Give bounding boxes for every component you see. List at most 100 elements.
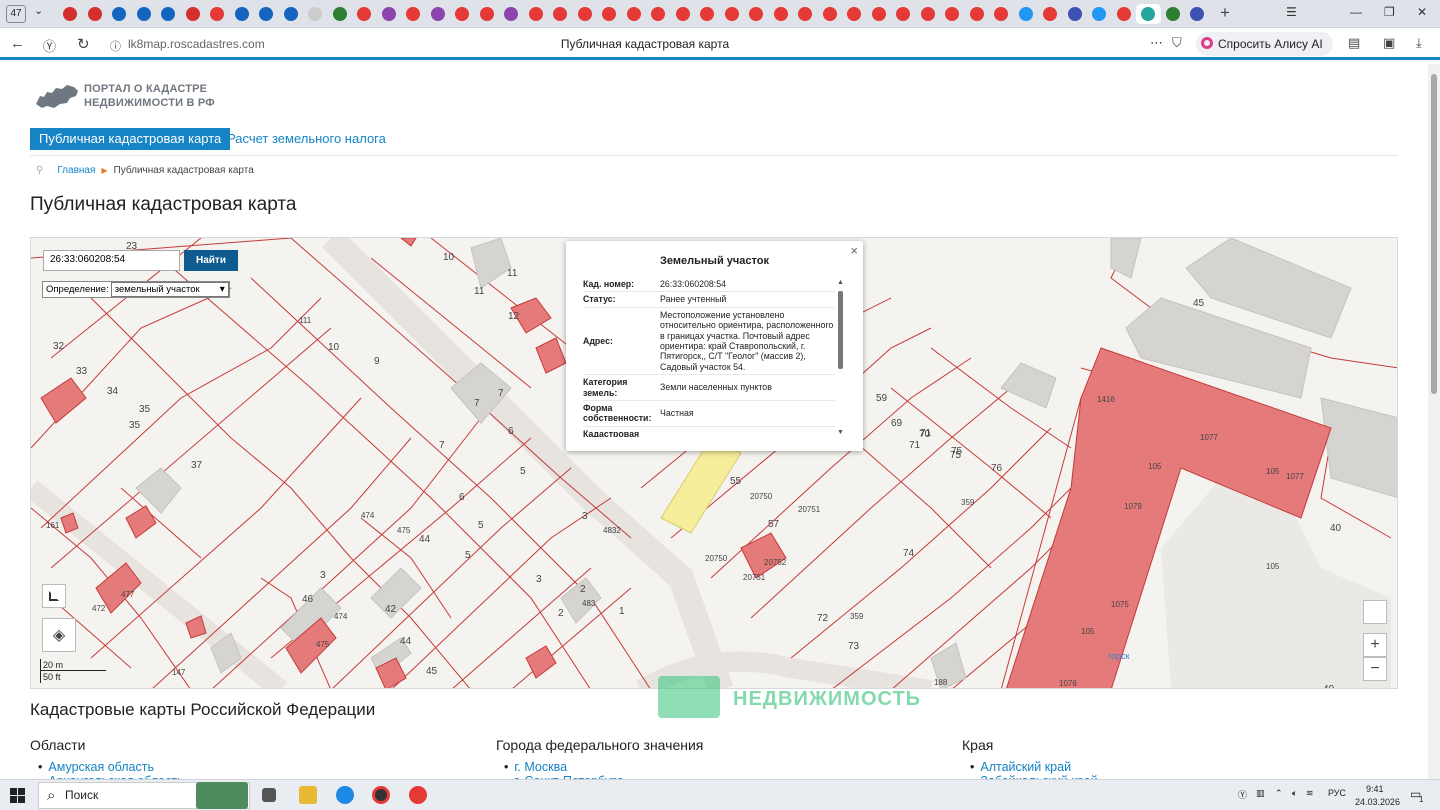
url-field[interactable]: lk8map.roscadastres.com xyxy=(128,37,265,51)
browser-tab[interactable] xyxy=(940,4,965,24)
browser-tab[interactable] xyxy=(156,4,181,24)
browser-tab[interactable] xyxy=(450,4,475,24)
edge-icon[interactable] xyxy=(336,786,354,804)
volume-icon[interactable]: 🔈︎ xyxy=(1292,788,1297,799)
breadcrumb-home[interactable]: Главная xyxy=(57,165,95,176)
nav-land-tax[interactable]: Расчет земельного налога xyxy=(218,128,395,150)
site-logo-text[interactable]: ПОРТАЛ О КАДАСТРЕ НЕДВИЖИМОСТИ В РФ xyxy=(84,82,215,110)
close-window-icon[interactable]: ✕ xyxy=(1417,5,1427,19)
task-view-icon[interactable] xyxy=(262,788,276,802)
browser-tab[interactable] xyxy=(646,4,671,24)
browser-tab[interactable] xyxy=(254,4,279,24)
browser-tab[interactable] xyxy=(1185,4,1210,24)
file-explorer-icon[interactable] xyxy=(299,786,317,804)
collections-icon[interactable]: ▤ xyxy=(1348,35,1360,51)
region-link[interactable]: г. Москва xyxy=(504,760,567,774)
scroll-down-icon[interactable]: ▼ xyxy=(837,429,844,436)
browser-tab[interactable] xyxy=(622,4,647,24)
browser-tab[interactable] xyxy=(58,4,83,24)
browser-tab[interactable] xyxy=(524,4,549,24)
browser-tab[interactable] xyxy=(842,4,867,24)
browser-tab[interactable] xyxy=(818,4,843,24)
new-tab-icon[interactable]: + xyxy=(1220,4,1230,22)
browser-tab[interactable] xyxy=(377,4,402,24)
browser-tab[interactable] xyxy=(1014,4,1039,24)
browser-tab[interactable] xyxy=(401,4,426,24)
tray-icon[interactable]: ▥ xyxy=(1256,788,1265,799)
zoom-in-button[interactable]: + xyxy=(1363,633,1387,657)
clock-date[interactable]: 24.03.2026 xyxy=(1355,797,1400,807)
yandex-tray-icon[interactable]: Ⓨ xyxy=(1238,788,1247,801)
extension-icon[interactable]: ▣ xyxy=(1383,35,1395,51)
downloads-icon[interactable]: ⤓ xyxy=(1416,35,1422,51)
scroll-thumb[interactable] xyxy=(838,291,843,369)
browser-tab[interactable] xyxy=(1038,4,1063,24)
browser-tab[interactable] xyxy=(426,4,451,24)
fullscreen-button[interactable] xyxy=(42,584,66,608)
layers-button[interactable]: ◈ xyxy=(42,618,76,652)
minimize-icon[interactable]: — xyxy=(1350,5,1362,19)
cadastral-map[interactable]: 23 10 11 11 12 33 34 35 35 37 32 111 10 9 7 7 7 6 5 6 5 474 47… xyxy=(30,237,1398,689)
browser-tab[interactable] xyxy=(695,4,720,24)
region-link[interactable]: Алтайский край xyxy=(970,760,1071,774)
browser-tab[interactable] xyxy=(1063,4,1088,24)
yandex-icon[interactable]: Ⓨ xyxy=(43,36,56,55)
browser-tab[interactable] xyxy=(230,4,255,24)
clock-time[interactable]: 9:41 xyxy=(1366,784,1384,794)
browser-tab[interactable] xyxy=(352,4,377,24)
site-info-icon[interactable]: ⓘ xyxy=(110,38,121,54)
browser-tab[interactable] xyxy=(107,4,132,24)
ask-alice-button[interactable]: Спросить Алису AI xyxy=(1196,32,1333,56)
browser-tab[interactable] xyxy=(181,4,206,24)
bookmark-icon[interactable]: ⛉ xyxy=(1172,35,1182,51)
tab-count-button[interactable]: 47 xyxy=(6,5,26,23)
browser-tab[interactable] xyxy=(916,4,941,24)
reload-icon[interactable]: ↻ xyxy=(77,35,90,53)
region-link[interactable]: Амурская область xyxy=(38,760,154,774)
russia-map-logo[interactable] xyxy=(34,82,80,110)
chevron-down-icon[interactable]: ⌄ xyxy=(34,4,43,17)
browser-tab[interactable] xyxy=(769,4,794,24)
yandex-app-icon[interactable] xyxy=(409,786,427,804)
browser-tab[interactable] xyxy=(548,4,573,24)
browser-tab[interactable] xyxy=(573,4,598,24)
browser-tab[interactable] xyxy=(1136,4,1161,24)
bookmark-list-icon[interactable]: ☰ xyxy=(1286,5,1297,19)
restore-icon[interactable]: ❐ xyxy=(1384,5,1395,19)
browser-tab[interactable] xyxy=(597,4,622,24)
wifi-icon[interactable]: ≋ xyxy=(1306,788,1314,799)
zoom-out-button[interactable]: − xyxy=(1363,657,1387,681)
definition-select[interactable]: земельный участок xyxy=(110,282,229,297)
browser-tab[interactable] xyxy=(205,4,230,24)
popup-scrollbar[interactable]: ▲ ▼ xyxy=(837,279,844,437)
scroll-up-icon[interactable]: ▲ xyxy=(837,279,844,286)
yandex-browser-icon[interactable] xyxy=(372,786,390,804)
browser-tab[interactable] xyxy=(83,4,108,24)
browser-tab[interactable] xyxy=(744,4,769,24)
browser-tab[interactable] xyxy=(132,4,157,24)
select-area-button[interactable] xyxy=(1363,600,1387,624)
page-scroll-thumb[interactable] xyxy=(1431,74,1437,394)
definition-selector[interactable]: Определение: земельный участок xyxy=(42,281,230,298)
browser-tab[interactable] xyxy=(1112,4,1137,24)
browser-tab[interactable] xyxy=(867,4,892,24)
browser-tab[interactable] xyxy=(720,4,745,24)
browser-tab[interactable] xyxy=(303,4,328,24)
browser-tab[interactable] xyxy=(328,4,353,24)
browser-tab[interactable] xyxy=(793,4,818,24)
cadastral-search-input[interactable]: 26:33:060208:54 xyxy=(43,250,180,271)
popup-close-icon[interactable]: × xyxy=(850,243,858,258)
browser-tab[interactable] xyxy=(891,4,916,24)
chevron-up-icon[interactable]: ⌃ xyxy=(1275,788,1283,799)
browser-tab[interactable] xyxy=(965,4,990,24)
browser-tab[interactable] xyxy=(499,4,524,24)
browser-tab[interactable] xyxy=(279,4,304,24)
browser-tab[interactable] xyxy=(989,4,1014,24)
browser-tab[interactable] xyxy=(475,4,500,24)
language-indicator[interactable]: РУС xyxy=(1328,788,1346,798)
browser-tab[interactable] xyxy=(1161,4,1186,24)
browser-tab[interactable] xyxy=(1087,4,1112,24)
windows-start-icon[interactable] xyxy=(10,788,25,803)
find-button[interactable]: Найти xyxy=(184,250,238,271)
more-icon[interactable]: ⋯ xyxy=(1150,35,1163,51)
